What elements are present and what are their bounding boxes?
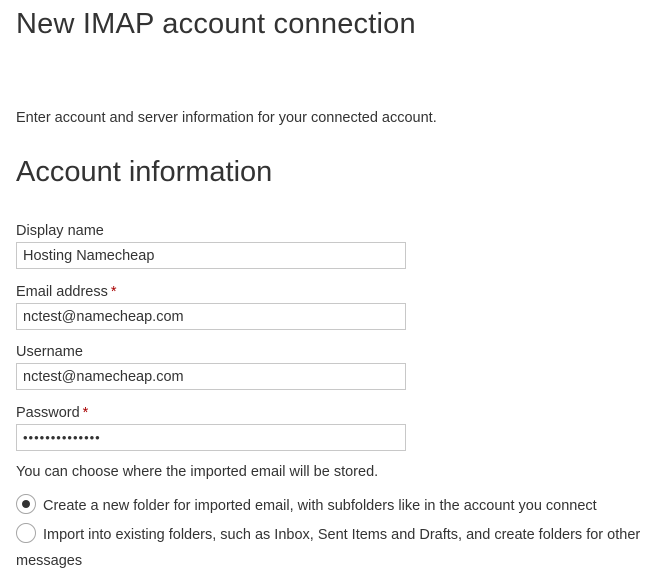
imap-connection-page: New IMAP account connection Enter accoun… [0, 0, 666, 578]
email-field-group: Email address * [16, 283, 406, 330]
email-label-text: Email address [16, 284, 108, 300]
radio-option-new-folder[interactable]: Create a new folder for imported email, … [16, 493, 656, 519]
username-input[interactable] [16, 363, 406, 390]
section-title-account-information: Account information [16, 156, 273, 188]
radio-button-selected[interactable] [16, 494, 36, 515]
password-label: Password * [16, 404, 406, 423]
display-name-input[interactable] [16, 242, 406, 269]
required-asterisk: * [82, 405, 89, 421]
email-label: Email address * [16, 283, 406, 302]
display-name-label: Display name [16, 222, 406, 241]
username-field-group: Username [16, 343, 406, 390]
password-field-group: Password * [16, 404, 406, 451]
radio-option-label: Create a new folder for imported email, … [43, 498, 597, 514]
page-title: New IMAP account connection [16, 8, 416, 40]
display-name-label-text: Display name [16, 223, 104, 239]
username-label: Username [16, 343, 406, 362]
password-input[interactable] [16, 424, 406, 451]
required-asterisk: * [110, 284, 117, 300]
display-name-field-group: Display name [16, 222, 406, 269]
intro-text: Enter account and server information for… [16, 110, 437, 126]
radio-option-existing-folders[interactable]: Import into existing folders, such as In… [16, 522, 656, 574]
radio-button-unselected[interactable] [16, 523, 36, 544]
radio-option-label: Import into existing folders, such as In… [16, 527, 641, 569]
storage-note: You can choose where the imported email … [16, 464, 379, 480]
username-label-text: Username [16, 344, 83, 360]
password-label-text: Password [16, 405, 80, 421]
email-input[interactable] [16, 303, 406, 330]
